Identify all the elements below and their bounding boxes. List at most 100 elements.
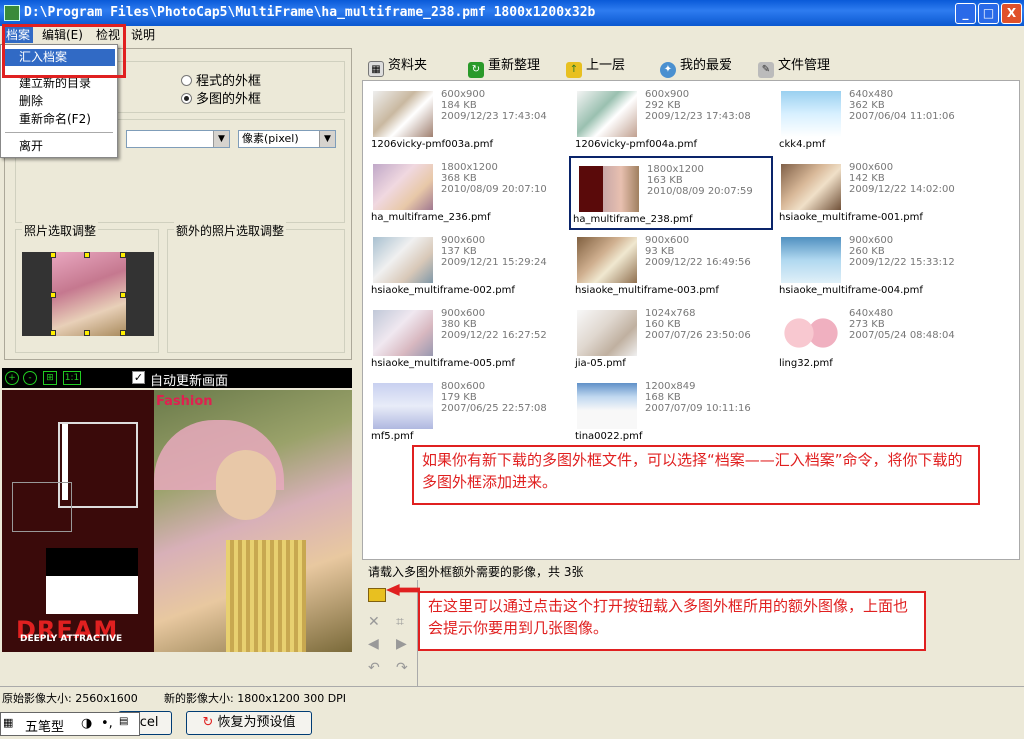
status-bar: 原始影像大小: 2560x1600 新的影像大小: 1800x1200 300 … xyxy=(0,686,1024,706)
reset-default-button[interactable]: ↻ 恢复为预设值 xyxy=(186,711,312,735)
punctuation-icon[interactable]: •, xyxy=(101,716,113,731)
maximize-button[interactable]: □ xyxy=(978,3,999,24)
crop-icon[interactable]: ⌗ xyxy=(396,614,404,630)
zoom-in-icon[interactable]: + xyxy=(5,371,19,385)
file-dimensions: 900x600 xyxy=(441,308,486,319)
original-size-status: 原始影像大小: 2560x1600 xyxy=(2,692,138,705)
file-item[interactable]: 900x600 380 KB 2009/12/22 16:27:52 hsiaoke… xyxy=(367,304,567,374)
extra-images-prompt: 请载入多图外框额外需要的影像，共 3张 xyxy=(368,565,584,579)
file-meta: 800x600 179 KB 2007/06/25 22:57:08 xyxy=(441,381,547,414)
wrench-icon: ✎ xyxy=(758,62,774,78)
open-button-tip-callout: 在这里可以通过点击这个打开按钮载入多图外框所用的额外图像，上面也会提示你要用到几… xyxy=(418,591,926,651)
file-browser-toolbar: ▦ 资料夹 ↻ 重新整理 ↑ 上一层 ✦ 我的最爱 ✎ 文件管理 xyxy=(360,48,1020,78)
file-size: 137 KB xyxy=(441,246,477,257)
file-meta: 1024x768 160 KB 2007/07/26 23:50:06 xyxy=(645,308,751,341)
file-dimensions: 1200x849 xyxy=(645,381,696,392)
file-manage-button[interactable]: ✎ 文件管理 xyxy=(758,54,830,78)
file-thumbnail xyxy=(577,237,637,283)
preview-photo-slot xyxy=(46,548,138,614)
crop-handle[interactable] xyxy=(120,292,126,298)
file-meta: 1800x1200 368 KB 2010/08/09 20:07:10 xyxy=(441,162,547,195)
auto-update-checkbox[interactable]: ✓ xyxy=(132,371,145,384)
file-item[interactable]: 1800x1200 368 KB 2010/08/09 20:07:10 ha_mu… xyxy=(367,158,567,228)
minimize-button[interactable]: _ xyxy=(955,3,976,24)
file-date: 2007/05/24 08:48:04 xyxy=(849,330,955,341)
zoom-out-icon[interactable]: - xyxy=(23,371,37,385)
import-tip-callout: 如果你有新下载的多图外框文件，可以选择“档案——汇入档案”命令，将你下载的多图外… xyxy=(412,445,980,505)
actual-size-icon[interactable]: 1:1 xyxy=(63,371,81,385)
file-thumbnail xyxy=(373,91,433,137)
file-size: 260 KB xyxy=(849,246,885,257)
file-dimensions: 900x600 xyxy=(849,235,894,246)
file-item[interactable]: 640x480 273 KB 2007/05/24 08:48:04 ling32.… xyxy=(775,304,975,374)
menu-delete[interactable]: 删除 xyxy=(3,93,115,110)
rotate-left-icon[interactable]: ↶ xyxy=(368,660,380,676)
radio-dot xyxy=(181,75,192,86)
fit-window-icon[interactable]: ⊞ xyxy=(43,371,57,385)
file-name: hsiaoke_multiframe-001.pmf xyxy=(779,212,923,223)
keyboard-icon[interactable]: ▤ xyxy=(119,716,128,727)
file-meta: 640x480 362 KB 2007/06/04 11:01:06 xyxy=(849,89,955,122)
file-date: 2007/07/26 23:50:06 xyxy=(645,330,751,341)
radio-program-frame[interactable]: 程式的外框 xyxy=(181,70,261,89)
chevron-down-icon: ▼ xyxy=(319,131,335,147)
crop-handle[interactable] xyxy=(50,252,56,258)
extra-images-toolbar: ✕ ⌗ ◀ ▶ ↶ ↷ xyxy=(362,580,418,686)
ime-mode-label[interactable]: 五笔型 xyxy=(25,716,64,735)
file-item[interactable]: 600x900 184 KB 2009/12/23 17:43:04 1206vic… xyxy=(367,85,567,155)
crop-handle[interactable] xyxy=(84,330,90,336)
move-left-icon[interactable]: ◀ xyxy=(368,636,379,652)
menu-rename[interactable]: 重新命名(F2) xyxy=(3,111,115,128)
refresh-icon: ↻ xyxy=(468,62,484,78)
file-name: jia-05.pmf xyxy=(575,358,626,369)
file-item[interactable]: 600x900 292 KB 2009/12/23 17:43:08 1206vic… xyxy=(571,85,771,155)
file-item[interactable]: 800x600 179 KB 2007/06/25 22:57:08 mf5.pmf xyxy=(367,377,567,447)
file-dimensions: 640x480 xyxy=(849,308,894,319)
file-meta: 600x900 292 KB 2009/12/23 17:43:08 xyxy=(645,89,751,122)
file-date: 2009/12/21 15:29:24 xyxy=(441,257,547,268)
menu-exit[interactable]: 离开 xyxy=(3,138,115,155)
folder-tree-icon: ▦ xyxy=(368,61,384,77)
fashion-text: Fashion xyxy=(156,394,213,409)
file-date: 2007/06/25 22:57:08 xyxy=(441,403,547,414)
file-name: 1206vicky-pmf003a.pmf xyxy=(371,139,494,150)
folder-button[interactable]: ▦ 资料夹 xyxy=(368,54,427,77)
file-item[interactable]: 900x600 137 KB 2009/12/21 15:29:24 hsiaoke… xyxy=(367,231,567,301)
crop-handle[interactable] xyxy=(120,252,126,258)
photo-crop-thumbnail[interactable] xyxy=(22,252,154,336)
refresh-button[interactable]: ↻ 重新整理 xyxy=(468,54,540,78)
up-level-button[interactable]: ↑ 上一层 xyxy=(566,54,625,78)
crop-handle[interactable] xyxy=(84,252,90,258)
extra-photo-adjust-group: 额外的照片选取调整 xyxy=(167,222,345,353)
half-width-icon[interactable]: ◑ xyxy=(81,716,92,731)
open-folder-icon[interactable] xyxy=(368,588,386,602)
crop-handle[interactable] xyxy=(50,330,56,336)
file-date: 2010/08/09 20:07:10 xyxy=(441,184,547,195)
unit-select[interactable]: 像素(pixel) ▼ xyxy=(238,130,336,148)
size-select[interactable]: ▼ xyxy=(126,130,230,148)
close-button[interactable]: X xyxy=(1001,3,1022,24)
radio-multi-frame[interactable]: 多图的外框 xyxy=(181,88,261,107)
crop-handle[interactable] xyxy=(120,330,126,336)
file-size: 163 KB xyxy=(647,175,683,186)
file-item[interactable]: 1200x849 168 KB 2007/07/09 10:11:16 tina00… xyxy=(571,377,771,447)
file-item[interactable]: 640x480 362 KB 2007/06/04 11:01:06 ckk4.pm… xyxy=(775,85,975,155)
deeply-attractive-text: DEEPLY ATTRACTIVE xyxy=(20,634,123,644)
file-name: hsiaoke_multiframe-003.pmf xyxy=(575,285,719,296)
file-item[interactable]: 900x600 142 KB 2009/12/22 14:02:00 hsiaoke… xyxy=(775,158,975,228)
file-item[interactable]: 1024x768 160 KB 2007/07/26 23:50:06 jia-05… xyxy=(571,304,771,374)
rotate-right-icon[interactable]: ↷ xyxy=(396,660,408,676)
file-date: 2010/08/09 20:07:59 xyxy=(647,186,753,197)
favorites-button[interactable]: ✦ 我的最爱 xyxy=(660,54,732,78)
file-meta: 900x600 137 KB 2009/12/21 15:29:24 xyxy=(441,235,547,268)
ime-logo-icon[interactable]: ▦ xyxy=(3,716,13,729)
file-item-selected[interactable]: 1800x1200 163 KB 2010/08/09 20:07:59 ha_mu… xyxy=(569,156,773,230)
file-item[interactable]: 900x600 260 KB 2009/12/22 15:33:12 hsiaoke… xyxy=(775,231,975,301)
frame-preview: DREAM DEEPLY ATTRACTIVE Fashion xyxy=(2,390,352,652)
crop-handle[interactable] xyxy=(50,292,56,298)
move-right-icon[interactable]: ▶ xyxy=(396,636,407,652)
remove-icon[interactable]: ✕ xyxy=(368,614,380,630)
file-meta: 900x600 93 KB 2009/12/22 16:49:56 xyxy=(645,235,751,268)
file-item[interactable]: 900x600 93 KB 2009/12/22 16:49:56 hsiaoke_… xyxy=(571,231,771,301)
menu-help[interactable]: 说明 xyxy=(128,27,158,43)
